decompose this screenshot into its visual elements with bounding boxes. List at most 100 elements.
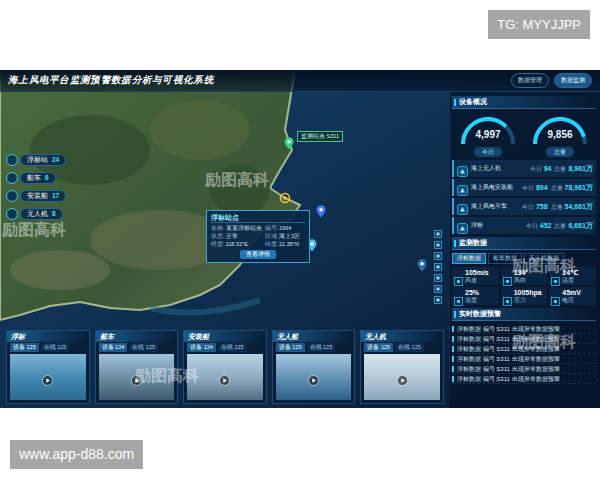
- monitor-text: 45mV电压: [562, 289, 581, 304]
- card-tab[interactable]: 设备 124: [99, 343, 128, 352]
- monitor-text: 25%湿度: [465, 289, 479, 304]
- card-tab[interactable]: 设备 125: [364, 343, 393, 352]
- popup-field: 名称:某某浮标站点: [211, 225, 262, 232]
- field-label: 纬度:: [265, 241, 279, 248]
- layer-item[interactable]: 安装船17: [6, 190, 66, 202]
- card-tab[interactable]: 在线 125: [307, 343, 336, 352]
- video-thumbnail[interactable]: [276, 354, 352, 400]
- tool-icon[interactable]: [434, 268, 442, 276]
- bottom-strip: www.app-d88.com: [0, 408, 600, 480]
- monitor-value: 1005hpa: [514, 289, 542, 297]
- monitor-value: 105m/s: [465, 269, 489, 277]
- layer-icon: [6, 190, 18, 202]
- total-value: 78,961万: [565, 183, 593, 193]
- tool-icon[interactable]: [434, 279, 442, 287]
- card-tabs: 设备 125在线 125: [361, 342, 443, 353]
- play-icon[interactable]: [308, 372, 319, 383]
- device-cards: 浮标设备 125在线 125船车设备 124在线 125安装船设备 124在线 …: [0, 330, 450, 408]
- monitor-label: 湿度: [465, 297, 479, 304]
- total-value: 54,661万: [565, 202, 593, 212]
- card-tab[interactable]: 设备 125: [10, 343, 39, 352]
- card-tab[interactable]: 在线 125: [129, 343, 158, 352]
- today-value: 94: [544, 165, 552, 172]
- tool-icon[interactable]: [434, 246, 442, 254]
- card-tab[interactable]: 在线 125: [218, 343, 247, 352]
- total-label: 总量: [551, 185, 563, 192]
- left-area: 浮标站24 船车6 安装船17 无人机8 监测站点 S311 浮标站点名称:某某浮标站点编…: [0, 92, 450, 408]
- popup-field: 状态:正常: [211, 233, 262, 240]
- today-value: 758: [536, 203, 548, 210]
- heading-text: 设备概况: [459, 97, 487, 107]
- top-strip: TG: MYYJJPP: [0, 0, 600, 70]
- play-icon[interactable]: [397, 372, 408, 383]
- today-value: 452: [540, 222, 552, 229]
- header-button[interactable]: 数据监测: [554, 73, 592, 88]
- card-title: 安装船: [184, 331, 266, 342]
- monitor-text: 105m/s风速: [465, 269, 489, 284]
- card-title: 无人机: [361, 331, 443, 342]
- device-icon: [457, 163, 468, 174]
- layer-item[interactable]: 船车6: [6, 172, 66, 184]
- total-label: 总量: [551, 204, 563, 211]
- heading-text: 监测数据: [459, 238, 487, 248]
- layer-label: 无人机: [27, 210, 48, 218]
- layer-count: 6: [45, 174, 49, 182]
- total-group: 总量78,961万: [551, 183, 593, 193]
- alert-row[interactable]: 浮标数据 编号 S311 出现异常数据预警: [452, 364, 596, 374]
- stat-rows: 海上无人机今日94总量8,961万海上风电安装船今日894总量78,961万海上…: [452, 160, 596, 234]
- field-label: 状态:: [211, 233, 225, 240]
- device-name: 海上无人机: [471, 165, 527, 172]
- tool-icon[interactable]: [434, 290, 442, 298]
- alert-row[interactable]: 浮标数据 编号 S311 出现异常数据预警: [452, 354, 596, 364]
- map[interactable]: 浮标站24 船车6 安装船17 无人机8 监测站点 S311 浮标站点名称:某某浮标站点编…: [0, 92, 450, 330]
- field-label: 区域:: [265, 233, 279, 240]
- popup-fields: 名称:某某浮标站点编号:1964状态:正常区域:海上1区经度:118.32°E纬…: [211, 225, 305, 248]
- tool-icon[interactable]: [434, 224, 442, 232]
- gauge-label: 总量: [546, 147, 574, 157]
- pin-label: 监测站点 S311: [297, 131, 343, 142]
- info-popup: 浮标站点名称:某某浮标站点编号:1964状态:正常区域:海上1区经度:118.3…: [206, 210, 310, 263]
- tool-icon[interactable]: [434, 235, 442, 243]
- layer-icon: [6, 172, 18, 184]
- stats-heading: 设备概况: [452, 96, 596, 109]
- today-group: 今日94: [530, 165, 552, 173]
- card-tab[interactable]: 在线 125: [41, 343, 70, 352]
- video-thumbnail[interactable]: [364, 354, 440, 400]
- video-thumbnail[interactable]: [10, 354, 86, 400]
- map-pin-icon[interactable]: [284, 136, 294, 154]
- monitor-tab[interactable]: 浮标数据: [452, 253, 486, 264]
- map-pin-icon[interactable]: [417, 258, 427, 276]
- monitor-item: 45mV电压: [549, 287, 596, 305]
- layer-count: 24: [52, 156, 59, 164]
- detail-button[interactable]: 查看详情: [240, 250, 276, 259]
- gauge-dial: 4,997: [457, 114, 519, 146]
- total-label: 总量: [554, 166, 566, 173]
- layer-item[interactable]: 浮标站24: [6, 154, 66, 166]
- card-tab[interactable]: 设备 125: [276, 343, 305, 352]
- heading-text: 实时数据预警: [459, 309, 501, 319]
- monitor-item: 105m/s风速: [452, 267, 499, 285]
- card-tab[interactable]: 设备 124: [187, 343, 216, 352]
- tool-icon[interactable]: [434, 257, 442, 265]
- play-icon[interactable]: [219, 372, 230, 383]
- header-button[interactable]: 数据管理: [511, 73, 549, 88]
- layer-item[interactable]: 无人机8: [6, 208, 66, 220]
- popup-title: 浮标站点: [211, 214, 305, 223]
- today-label: 今日: [530, 166, 542, 173]
- stat-row: 浮标今日452总量6,661万: [452, 217, 596, 234]
- monitor-label: 电压: [562, 297, 581, 304]
- map-pin-icon[interactable]: [316, 204, 326, 222]
- watermark: 励图高科: [205, 170, 269, 191]
- main-area: 浮标站24 船车6 安装船17 无人机8 监测站点 S311 浮标站点名称:某某浮标站点编…: [0, 92, 600, 408]
- map-pin-icon[interactable]: [279, 190, 291, 208]
- popup-field: 区域:海上1区: [265, 233, 305, 240]
- today-group: 今日758: [522, 203, 548, 211]
- device-card: 无人船设备 125在线 125: [272, 330, 356, 404]
- play-icon[interactable]: [42, 372, 53, 383]
- card-title: 浮标: [7, 331, 89, 342]
- field-label: 名称:: [211, 225, 225, 232]
- card-tab[interactable]: 在线 125: [395, 343, 424, 352]
- alert-row[interactable]: 浮标数据 编号 S311 出现异常数据预警: [452, 374, 596, 384]
- device-icon: [457, 220, 468, 231]
- watermark: 励图高科: [512, 332, 576, 353]
